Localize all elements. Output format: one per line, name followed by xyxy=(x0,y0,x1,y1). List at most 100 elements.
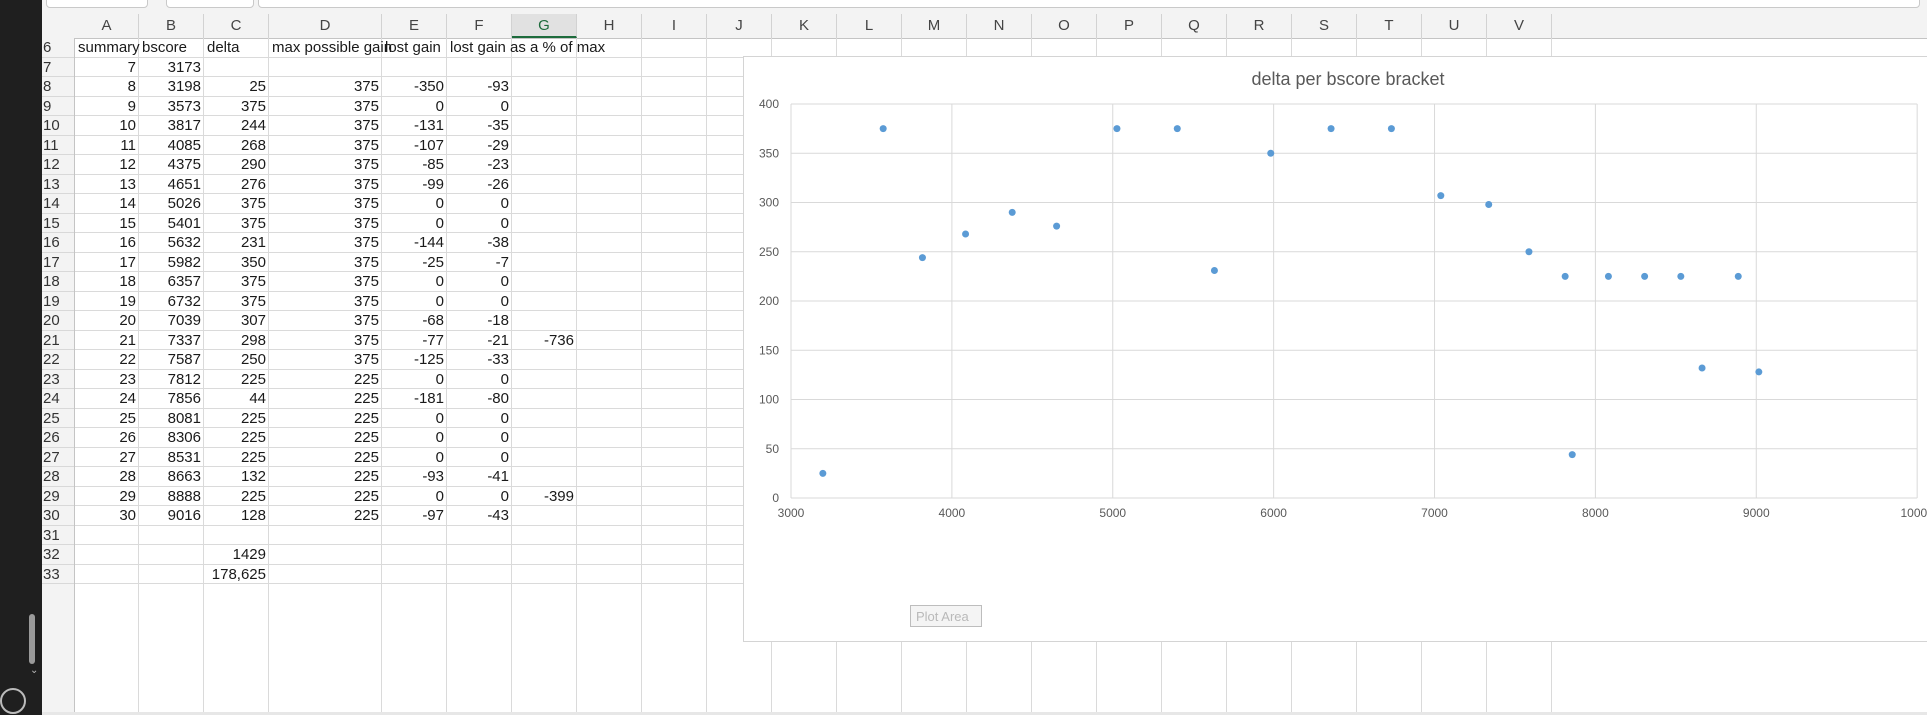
cell-d24[interactable]: 225 xyxy=(269,389,382,409)
row-header[interactable]: 6 xyxy=(42,38,74,58)
cell-b14[interactable]: 5026 xyxy=(139,194,204,214)
cell-e27[interactable]: 0 xyxy=(382,448,447,468)
cell-f32[interactable] xyxy=(447,545,512,565)
data-point[interactable] xyxy=(1327,125,1335,133)
data-point[interactable] xyxy=(1734,272,1742,280)
row-header[interactable]: 8 xyxy=(42,77,74,97)
data-point[interactable] xyxy=(1437,192,1445,200)
cell-g14[interactable] xyxy=(512,194,577,214)
cell-e13[interactable]: -99 xyxy=(382,175,447,195)
cell-g12[interactable] xyxy=(512,155,577,175)
row-header[interactable]: 30 xyxy=(42,506,74,526)
cell-f31[interactable] xyxy=(447,526,512,546)
cell-g31[interactable] xyxy=(512,526,577,546)
cell-b8[interactable]: 3198 xyxy=(139,77,204,97)
cell-a26[interactable]: 26 xyxy=(75,428,139,448)
cell-e23[interactable]: 0 xyxy=(382,370,447,390)
cell-e31[interactable] xyxy=(382,526,447,546)
cell-b19[interactable]: 6732 xyxy=(139,292,204,312)
column-header-c[interactable]: C xyxy=(204,14,269,38)
cell-a13[interactable]: 13 xyxy=(75,175,139,195)
data-point[interactable] xyxy=(819,469,827,477)
data-point[interactable] xyxy=(1053,222,1061,230)
cell-g6[interactable] xyxy=(512,38,577,58)
cell-c17[interactable]: 350 xyxy=(204,253,269,273)
cell-e8[interactable]: -350 xyxy=(382,77,447,97)
cell-f19[interactable]: 0 xyxy=(447,292,512,312)
data-point[interactable] xyxy=(1008,208,1016,216)
cell-b16[interactable]: 5632 xyxy=(139,233,204,253)
column-header-k[interactable]: K xyxy=(772,14,837,38)
column-header-v[interactable]: V xyxy=(1487,14,1552,38)
cell-d9[interactable]: 375 xyxy=(269,97,382,117)
data-point[interactable] xyxy=(1698,364,1706,372)
data-point[interactable] xyxy=(1677,272,1685,280)
cell-f24[interactable]: -80 xyxy=(447,389,512,409)
cell-e18[interactable]: 0 xyxy=(382,272,447,292)
column-header-t[interactable]: T xyxy=(1357,14,1422,38)
cell-e12[interactable]: -85 xyxy=(382,155,447,175)
column-header-n[interactable]: N xyxy=(967,14,1032,38)
column-header-o[interactable]: O xyxy=(1032,14,1097,38)
row-header[interactable]: 17 xyxy=(42,253,74,272)
column-header-m[interactable]: M xyxy=(902,14,967,38)
data-point[interactable] xyxy=(1641,272,1649,280)
cell-b17[interactable]: 5982 xyxy=(139,253,204,273)
cell-g28[interactable] xyxy=(512,467,577,487)
cell-f15[interactable]: 0 xyxy=(447,214,512,234)
cell-f20[interactable]: -18 xyxy=(447,311,512,331)
cell-d7[interactable] xyxy=(269,58,382,78)
cell-f10[interactable]: -35 xyxy=(447,116,512,136)
cell-g20[interactable] xyxy=(512,311,577,331)
cell-f25[interactable]: 0 xyxy=(447,409,512,429)
cell-c27[interactable]: 225 xyxy=(204,448,269,468)
data-point[interactable] xyxy=(918,254,926,262)
cell-a33[interactable] xyxy=(75,565,139,585)
cell-a31[interactable] xyxy=(75,526,139,546)
row-header[interactable]: 31 xyxy=(42,526,74,545)
cell-c15[interactable]: 375 xyxy=(204,214,269,234)
cell-d11[interactable]: 375 xyxy=(269,136,382,156)
cell-g26[interactable] xyxy=(512,428,577,448)
row-header[interactable]: 13 xyxy=(42,175,74,194)
cell-a7[interactable]: 7 xyxy=(75,58,139,78)
cell-d6[interactable]: max possible gain xyxy=(269,38,392,58)
cell-f8[interactable]: -93 xyxy=(447,77,512,97)
cell-c26[interactable]: 225 xyxy=(204,428,269,448)
cell-e14[interactable]: 0 xyxy=(382,194,447,214)
cell-c21[interactable]: 298 xyxy=(204,331,269,351)
cell-a11[interactable]: 11 xyxy=(75,136,139,156)
cell-g27[interactable] xyxy=(512,448,577,468)
cell-b27[interactable]: 8531 xyxy=(139,448,204,468)
cell-c23[interactable]: 225 xyxy=(204,370,269,390)
row-header[interactable]: 20 xyxy=(42,311,74,331)
cell-d22[interactable]: 375 xyxy=(269,350,382,370)
column-header-d[interactable]: D xyxy=(269,14,382,38)
data-point[interactable] xyxy=(1210,266,1218,274)
cell-e9[interactable]: 0 xyxy=(382,97,447,117)
cell-b30[interactable]: 9016 xyxy=(139,506,204,526)
column-header-q[interactable]: Q xyxy=(1162,14,1227,38)
data-point[interactable] xyxy=(1173,125,1181,133)
cell-g21[interactable]: -736 xyxy=(512,331,577,351)
cell-d18[interactable]: 375 xyxy=(269,272,382,292)
cell-g30[interactable] xyxy=(512,506,577,526)
cell-e22[interactable]: -125 xyxy=(382,350,447,370)
row-header[interactable]: 25 xyxy=(42,409,74,428)
cell-c20[interactable]: 307 xyxy=(204,311,269,331)
cell-f16[interactable]: -38 xyxy=(447,233,512,253)
row-header[interactable]: 15 xyxy=(42,214,74,233)
column-header-e[interactable]: E xyxy=(382,14,447,38)
cell-b6[interactable]: bscore xyxy=(139,38,204,58)
cell-f7[interactable] xyxy=(447,58,512,78)
cell-a30[interactable]: 30 xyxy=(75,506,139,526)
cell-b15[interactable]: 5401 xyxy=(139,214,204,234)
data-point[interactable] xyxy=(879,125,887,133)
cell-d23[interactable]: 225 xyxy=(269,370,382,390)
data-point[interactable] xyxy=(1561,272,1569,280)
cell-f9[interactable]: 0 xyxy=(447,97,512,117)
cell-b29[interactable]: 8888 xyxy=(139,487,204,507)
cell-e21[interactable]: -77 xyxy=(382,331,447,351)
cell-b26[interactable]: 8306 xyxy=(139,428,204,448)
cell-d27[interactable]: 225 xyxy=(269,448,382,468)
